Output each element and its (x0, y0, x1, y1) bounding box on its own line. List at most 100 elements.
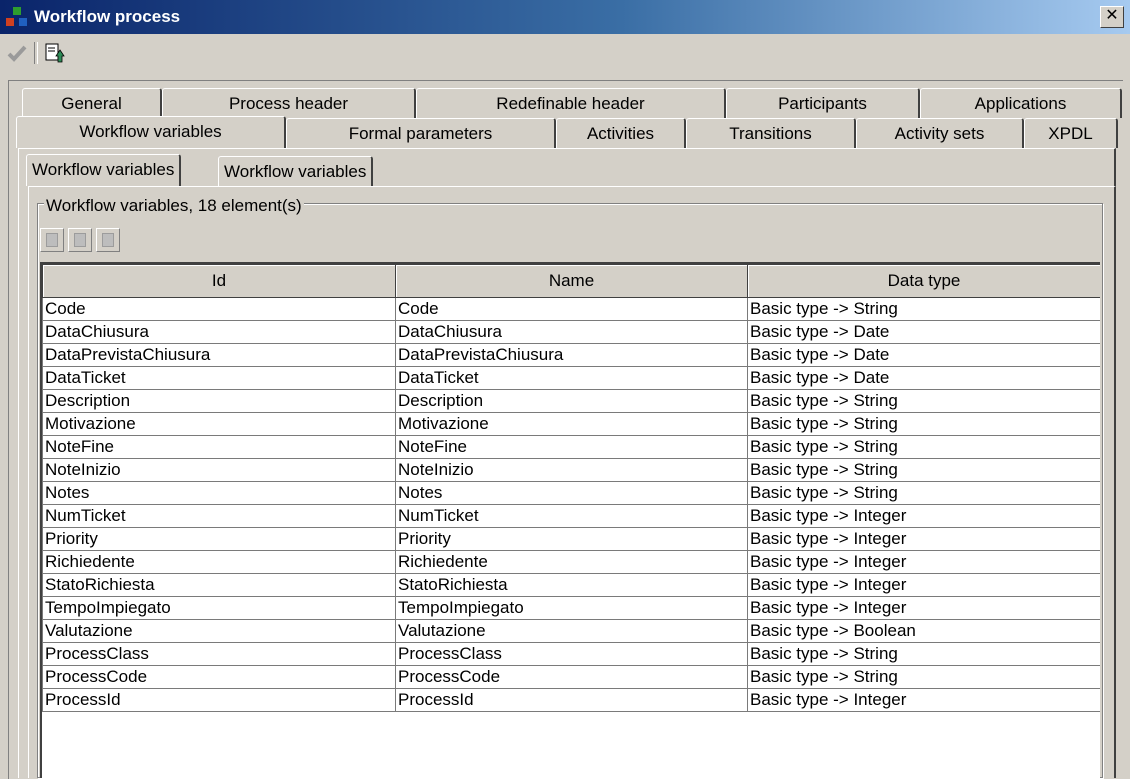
cell-name: Valutazione (395, 619, 748, 643)
cell-data-type: Basic type -> Date (747, 320, 1100, 344)
cell-name: ProcessCode (395, 665, 748, 689)
table-row[interactable]: TempoImpiegato TempoImpiegato Basic type -… (42, 596, 1100, 620)
cell-name: NumTicket (395, 504, 748, 528)
export-icon (45, 43, 65, 63)
cell-data-type: Basic type -> String (747, 412, 1100, 436)
cell-id: ProcessClass (42, 642, 396, 666)
new-variable-button[interactable] (40, 228, 64, 252)
table-header-row: Id Name Data type (42, 264, 1100, 298)
cell-id: DataPrevistaChiusura (42, 343, 396, 367)
tab-redefinable-header[interactable]: Redefinable header (416, 88, 726, 118)
table-row[interactable]: DataPrevistaChiusura DataPrevistaChiusura… (42, 343, 1100, 367)
cell-data-type: Basic type -> Integer (747, 688, 1100, 712)
edit-icon (74, 233, 86, 247)
cell-data-type: Basic type -> Integer (747, 573, 1100, 597)
cell-id: Code (42, 297, 396, 321)
group-label: Workflow variables, 18 element(s) (44, 196, 304, 216)
table-row[interactable]: Richiedente Richiedente Basic type -> Inte… (42, 550, 1100, 574)
cell-id: NoteInizio (42, 458, 396, 482)
cell-name: Richiedente (395, 550, 748, 574)
apply-button[interactable] (4, 40, 30, 66)
cell-id: Priority (42, 527, 396, 551)
tab-activities[interactable]: Activities (556, 118, 686, 148)
cell-id: StatoRichiesta (42, 573, 396, 597)
table-row[interactable]: Priority Priority Basic type -> Integer (42, 527, 1100, 551)
cell-id: ProcessId (42, 688, 396, 712)
cell-data-type: Basic type -> String (747, 665, 1100, 689)
table-row[interactable]: ProcessCode ProcessCode Basic type -> Stri… (42, 665, 1100, 689)
tab-participants[interactable]: Participants (726, 88, 920, 118)
tab-general[interactable]: General (22, 88, 162, 118)
cell-data-type: Basic type -> Integer (747, 596, 1100, 620)
cell-id: NoteFine (42, 435, 396, 459)
table-row[interactable]: NumTicket NumTicket Basic type -> Integer (42, 504, 1100, 528)
delete-variable-button[interactable] (96, 228, 120, 252)
table-row[interactable]: Notes Notes Basic type -> String (42, 481, 1100, 505)
cell-id: ProcessCode (42, 665, 396, 689)
cell-data-type: Basic type -> String (747, 458, 1100, 482)
table-row[interactable]: DataChiusura DataChiusura Basic type -> Da… (42, 320, 1100, 344)
checkmark-icon (7, 45, 27, 62)
subtab-workflow-variables-2[interactable]: Workflow variables (218, 156, 374, 186)
tab-xpdl[interactable]: XPDL (1024, 118, 1118, 148)
table-row[interactable]: ProcessClass ProcessClass Basic type -> St… (42, 642, 1100, 666)
column-header-data-type[interactable]: Data type (747, 264, 1100, 298)
cell-data-type: Basic type -> Integer (747, 527, 1100, 551)
cell-data-type: Basic type -> String (747, 481, 1100, 505)
table-row[interactable]: NoteInizio NoteInizio Basic type -> String (42, 458, 1100, 482)
close-icon[interactable]: ✕ (1100, 6, 1124, 28)
table-row[interactable]: DataTicket DataTicket Basic type -> Date (42, 366, 1100, 390)
cell-name: DataTicket (395, 366, 748, 390)
cell-data-type: Basic type -> String (747, 389, 1100, 413)
variables-table[interactable]: Id Name Data type Code Code Basic type -> … (40, 262, 1100, 778)
table-row[interactable]: NoteFine NoteFine Basic type -> String (42, 435, 1100, 459)
cell-id: DataChiusura (42, 320, 396, 344)
column-header-id[interactable]: Id (42, 264, 396, 298)
workflow-app-icon (6, 6, 28, 28)
tab-workflow-variables[interactable]: Workflow variables (16, 116, 286, 148)
tab-formal-parameters[interactable]: Formal parameters (286, 118, 556, 148)
cell-name: Priority (395, 527, 748, 551)
cell-data-type: Basic type -> String (747, 642, 1100, 666)
cell-name: Notes (395, 481, 748, 505)
table-toolbar (40, 228, 124, 252)
cell-data-type: Basic type -> Integer (747, 550, 1100, 574)
table-row[interactable]: ProcessId ProcessId Basic type -> Integer (42, 688, 1100, 712)
cell-id: Valutazione (42, 619, 396, 643)
cell-data-type: Basic type -> Date (747, 343, 1100, 367)
column-header-name[interactable]: Name (395, 264, 748, 298)
tab-transitions[interactable]: Transitions (686, 118, 856, 148)
cell-name: StatoRichiesta (395, 573, 748, 597)
cell-name: NoteFine (395, 435, 748, 459)
title-bar: Workflow process ✕ (0, 0, 1130, 34)
tab-applications[interactable]: Applications (920, 88, 1122, 118)
table-row[interactable]: StatoRichiesta StatoRichiesta Basic type -… (42, 573, 1100, 597)
cell-name: Motivazione (395, 412, 748, 436)
cell-data-type: Basic type -> String (747, 435, 1100, 459)
export-button[interactable] (42, 40, 68, 66)
cell-id: Richiedente (42, 550, 396, 574)
cell-name: DataChiusura (395, 320, 748, 344)
new-icon (46, 233, 58, 247)
cell-name: ProcessClass (395, 642, 748, 666)
edit-variable-button[interactable] (68, 228, 92, 252)
window-title: Workflow process (34, 7, 181, 26)
cell-data-type: Basic type -> Integer (747, 504, 1100, 528)
cell-id: NumTicket (42, 504, 396, 528)
cell-name: Description (395, 389, 748, 413)
cell-id: TempoImpiegato (42, 596, 396, 620)
cell-id: Description (42, 389, 396, 413)
cell-data-type: Basic type -> Boolean (747, 619, 1100, 643)
cell-id: Notes (42, 481, 396, 505)
cell-name: Code (395, 297, 748, 321)
subtab-workflow-variables-1[interactable]: Workflow variables (26, 154, 182, 186)
tab-activity-sets[interactable]: Activity sets (856, 118, 1024, 148)
table-row[interactable]: Description Description Basic type -> Stri… (42, 389, 1100, 413)
toolbar-separator (34, 42, 38, 64)
table-row[interactable]: Valutazione Valutazione Basic type -> Bool… (42, 619, 1100, 643)
cell-name: NoteInizio (395, 458, 748, 482)
cell-name: DataPrevistaChiusura (395, 343, 748, 367)
tab-process-header[interactable]: Process header (162, 88, 416, 118)
table-row[interactable]: Code Code Basic type -> String (42, 297, 1100, 321)
table-row[interactable]: Motivazione Motivazione Basic type -> Stri… (42, 412, 1100, 436)
